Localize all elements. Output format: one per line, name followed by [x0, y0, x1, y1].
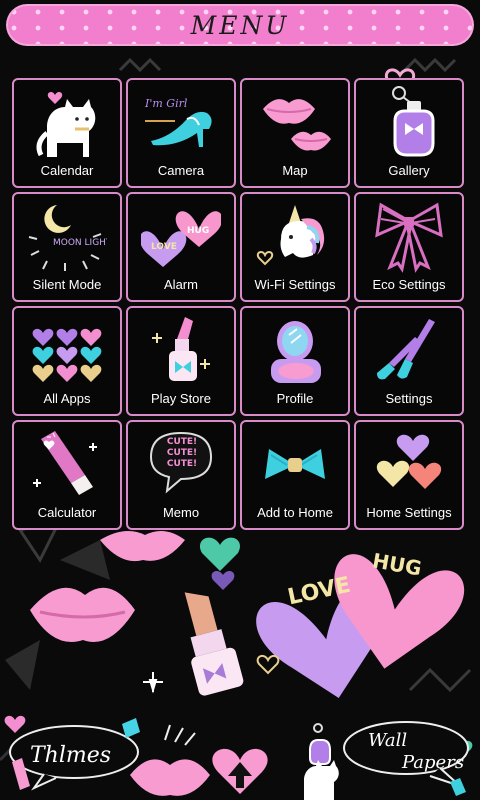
wallpapers-label-line1: Wall	[368, 730, 407, 751]
home-up-button[interactable]	[212, 740, 268, 796]
hug-text: HUG	[371, 548, 424, 580]
love-text: LOVE	[286, 573, 353, 611]
wallpapers-label-line2: Papers	[401, 752, 464, 773]
cat-perfume-decoration-icon	[304, 723, 339, 800]
themes-button[interactable]: Thlmes	[4, 712, 154, 800]
wallpapers-button[interactable]: Wall Papers	[290, 712, 476, 800]
home-screen: MENU Calendar I'm Girl Camera Map Galler…	[0, 0, 480, 800]
themes-label: Thlmes	[30, 743, 111, 768]
wallpaper-heart-texts: LOVE HUG	[286, 548, 424, 611]
